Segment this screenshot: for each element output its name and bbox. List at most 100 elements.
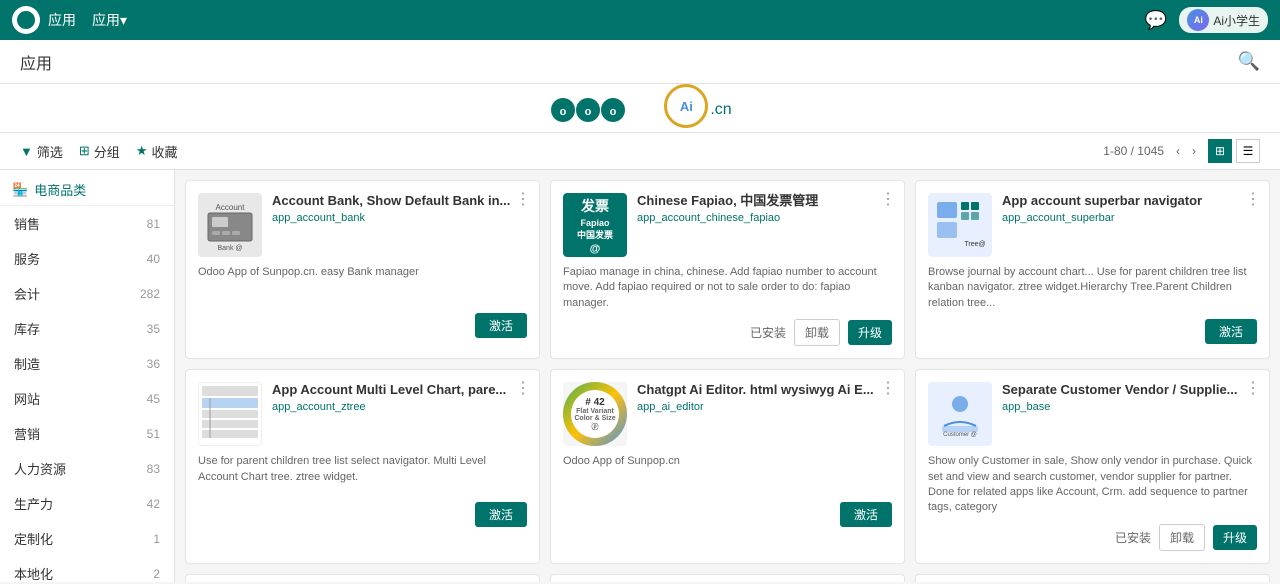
- activate-button[interactable]: 激活: [475, 502, 527, 527]
- app-nav-label[interactable]: 应用: [48, 10, 76, 30]
- app-card-fapiao: ⋮ 发票 Fapiao 中国发票 @ Chinese Fapiao, 中国发票管…: [550, 180, 905, 359]
- card-module: app_ai_editor: [637, 401, 892, 413]
- card-desc: Odoo App of Sunpop.cn. easy Bank manager: [198, 265, 527, 305]
- installed-status: 已安装: [1115, 529, 1151, 546]
- activate-button[interactable]: 激活: [1205, 319, 1257, 344]
- search-icon[interactable]: 🔍: [1238, 51, 1260, 72]
- prev-page-button[interactable]: ‹: [1172, 142, 1184, 160]
- odoo-svg-logo: o o o: [548, 95, 668, 125]
- app-grid: ⋮ Account Bank @ Account Bank, S: [175, 170, 1280, 582]
- card-title: Separate Customer Vendor / Supplie...: [1002, 382, 1257, 399]
- card-menu-icon[interactable]: ⋮: [515, 189, 531, 209]
- main-layout: 🏪 电商品类 销售 81 服务 40 会计 282 库存 35 制造 36 网站…: [0, 170, 1280, 582]
- collect-button[interactable]: ★ 收藏: [136, 142, 178, 161]
- card-desc: Fapiao manage in china, chinese. Add fap…: [563, 265, 892, 311]
- top-right-icons: 💬 Ai Ai小学生: [1145, 7, 1268, 33]
- filter-button[interactable]: ▼ 筛选: [20, 142, 63, 161]
- sidebar-item-localization[interactable]: 本地化 2: [0, 556, 174, 582]
- app-icon-fapiao: 发票 Fapiao 中国发票 @: [563, 193, 627, 257]
- ai-badge[interactable]: Ai Ai小学生: [1179, 7, 1268, 33]
- category-sidebar: 🏪 电商品类 销售 81 服务 40 会计 282 库存 35 制造 36 网站…: [0, 170, 175, 582]
- app-icon-ztree: [198, 382, 262, 446]
- card-menu-icon[interactable]: ⋮: [880, 378, 896, 398]
- card-footer: 激活: [563, 502, 892, 527]
- card-menu-icon[interactable]: ⋮: [515, 378, 531, 398]
- upgrade-button[interactable]: 升级: [1213, 525, 1257, 550]
- card-title: App account superbar navigator: [1002, 193, 1257, 210]
- uninstall-button[interactable]: 卸载: [1159, 524, 1205, 551]
- page-navigation: ‹ ›: [1172, 142, 1200, 160]
- view-toggle: ⊞ ☰: [1208, 139, 1260, 163]
- card-title: Chinese Fapiao, 中国发票管理: [637, 193, 892, 210]
- ai-avatar-icon: Ai: [1187, 9, 1209, 31]
- card-top: 发票 Fapiao 中国发票 @ Chinese Fapiao, 中国发票管理 …: [563, 193, 892, 257]
- card-top: Account Bank @ Account Bank, Show Defaul…: [198, 193, 527, 257]
- card-title: Account Bank, Show Default Bank in...: [272, 193, 527, 210]
- app-card-city: ⋮ City Distinct @ Address City Dyn: [185, 574, 540, 582]
- sidebar-item-hr[interactable]: 人力资源 83: [0, 451, 174, 486]
- page-info: 1-80 / 1045: [1103, 144, 1164, 158]
- card-top: App Account Multi Level Chart, pare... a…: [198, 382, 527, 446]
- upgrade-button[interactable]: 升级: [848, 320, 892, 345]
- card-title: App Account Multi Level Chart, pare...: [272, 382, 527, 399]
- sidebar-item-sales[interactable]: 销售 81: [0, 206, 174, 241]
- sidebar-item-website[interactable]: 网站 45: [0, 381, 174, 416]
- sidebar-item-services[interactable]: 服务 40: [0, 241, 174, 276]
- card-info: Separate Customer Vendor / Supplie... ap…: [1002, 382, 1257, 446]
- star-icon: ★: [136, 143, 148, 159]
- pagination-area: 1-80 / 1045 ‹ › ⊞ ☰: [1103, 139, 1260, 163]
- next-page-button[interactable]: ›: [1188, 142, 1200, 160]
- sidebar-item-productivity[interactable]: 生产力 42: [0, 486, 174, 521]
- card-desc: Show only Customer in sale, Show only ve…: [928, 454, 1257, 516]
- card-top: # 42 Flat Variant Color & Size ⓟ Chatgpt…: [563, 382, 892, 446]
- activate-button[interactable]: 激活: [840, 502, 892, 527]
- page-title: 应用: [20, 50, 52, 74]
- card-desc: Odoo App of Sunpop.cn: [563, 454, 892, 494]
- chat-icon[interactable]: 💬: [1145, 10, 1167, 31]
- card-desc: Browse journal by account chart... Use f…: [928, 265, 1257, 311]
- card-footer: 已安装 卸载 升级: [928, 524, 1257, 551]
- card-module: app_account_bank: [272, 212, 527, 224]
- cn-label: .cn: [710, 101, 731, 119]
- app-card-ztree: ⋮ App Account Mult: [185, 369, 540, 564]
- card-footer: 激活: [928, 319, 1257, 344]
- card-info: App Account Multi Level Chart, pare... a…: [272, 382, 527, 446]
- app-card-ai-editor: ⋮ # 42 Flat Variant Color & Size ⓟ Chatg…: [550, 369, 905, 564]
- installed-status: 已安装: [750, 324, 786, 341]
- group-button[interactable]: ⊞ 分组: [79, 142, 120, 161]
- category-icon: 🏪: [12, 182, 28, 198]
- svg-text:o: o: [585, 106, 592, 118]
- list-view-button[interactable]: ☰: [1236, 139, 1260, 163]
- app-card-base-chinese: ⋮ 🇨🇳 App base chinese，中国化基本模块... app_bas…: [550, 574, 905, 582]
- filter-icon: ▼: [20, 144, 33, 159]
- sidebar-item-inventory[interactable]: 库存 35: [0, 311, 174, 346]
- top-navigation: 应用 应用▾ 💬 Ai Ai小学生: [0, 0, 1280, 40]
- sidebar-item-marketing[interactable]: 营销 51: [0, 416, 174, 451]
- svg-text:Customer @: Customer @: [943, 432, 977, 438]
- svg-text:Tree@: Tree@: [964, 241, 985, 248]
- app-card-china-city: ⋮ China City @ China City, Chinese: [915, 574, 1270, 582]
- card-footer: 激活: [198, 502, 527, 527]
- card-info: Chatgpt Ai Editor. html wysiwyg Ai E... …: [637, 382, 892, 446]
- uninstall-button[interactable]: 卸载: [794, 319, 840, 346]
- svg-text:o: o: [560, 106, 567, 118]
- app-card-account-bank: ⋮ Account Bank @ Account Bank, S: [185, 180, 540, 359]
- app-icon-superbar: Tree@: [928, 193, 992, 257]
- card-info: Account Bank, Show Default Bank in... ap…: [272, 193, 527, 257]
- card-menu-icon[interactable]: ⋮: [1245, 189, 1261, 209]
- svg-text:Account: Account: [216, 203, 246, 212]
- brand-bar: o o o Ai .cn: [0, 84, 1280, 133]
- sidebar-item-accounting[interactable]: 会计 282: [0, 276, 174, 311]
- kanban-view-button[interactable]: ⊞: [1208, 139, 1232, 163]
- sidebar-item-manufacturing[interactable]: 制造 36: [0, 346, 174, 381]
- activate-button[interactable]: 激活: [475, 313, 527, 338]
- app-card-superbar: ⋮ Tree@: [915, 180, 1270, 359]
- card-menu-icon[interactable]: ⋮: [880, 189, 896, 209]
- card-info: App account superbar navigator app_accou…: [1002, 193, 1257, 257]
- card-top: Customer @ Separate Customer Vendor / Su…: [928, 382, 1257, 446]
- app-nav-dropdown[interactable]: 应用▾: [92, 10, 127, 30]
- group-icon: ⊞: [79, 143, 90, 159]
- sidebar-item-customization[interactable]: 定制化 1: [0, 521, 174, 556]
- app-icon-ai-editor: # 42 Flat Variant Color & Size ⓟ: [563, 382, 627, 446]
- card-menu-icon[interactable]: ⋮: [1245, 378, 1261, 398]
